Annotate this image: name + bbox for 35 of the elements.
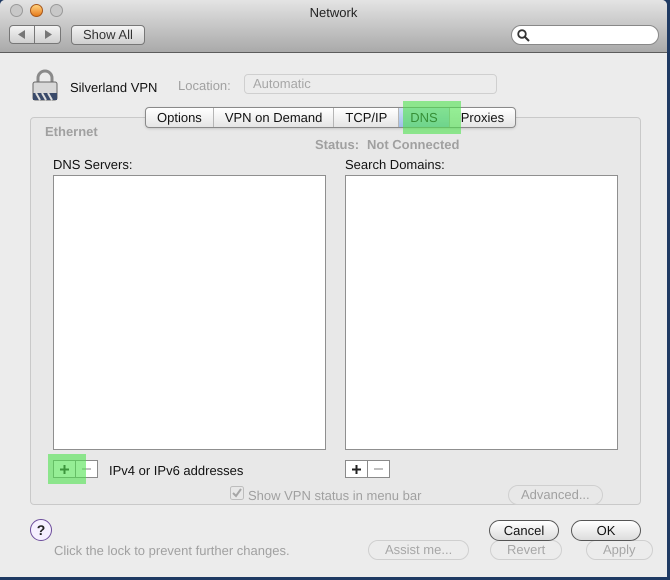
plus-icon <box>352 464 361 474</box>
lock-message: Click the lock to prevent further changes. <box>54 542 290 560</box>
forward-button[interactable] <box>35 25 61 44</box>
tab[interactable]: Options <box>146 108 213 127</box>
plus-icon <box>60 464 69 474</box>
remove-button[interactable] <box>76 460 98 478</box>
tab[interactable]: Proxies <box>448 108 516 127</box>
location-popup: Automatic <box>244 74 497 94</box>
lock-icon <box>32 69 58 101</box>
location-label: Location: <box>178 77 231 95</box>
status-label: Status: <box>315 136 360 154</box>
show-all-button[interactable]: Show All <box>71 25 145 45</box>
add-button[interactable] <box>345 460 368 478</box>
status-value: Not Connected <box>367 136 460 154</box>
minus-icon <box>374 468 383 470</box>
minimize-button[interactable] <box>30 4 43 17</box>
dialog-button[interactable]: Cancel <box>489 520 559 541</box>
window-title: Network <box>310 5 358 20</box>
search-field[interactable] <box>511 25 659 45</box>
left-arrow-icon <box>18 30 26 39</box>
tab[interactable]: VPN on Demand <box>212 108 334 127</box>
hint-text: IPv4 or IPv6 addresses <box>109 462 244 480</box>
zoom-button[interactable] <box>50 4 63 17</box>
show-status-label: Show VPN status in menu bar <box>248 487 422 505</box>
search-icon <box>517 28 530 42</box>
close-button[interactable] <box>10 4 23 17</box>
back-button[interactable] <box>9 25 35 44</box>
help-button[interactable]: ? <box>30 519 52 541</box>
service-name: Ethernet <box>45 123 98 141</box>
list-label: Search Domains: <box>345 156 445 174</box>
list-label: DNS Servers: <box>53 156 132 174</box>
minus-icon <box>82 468 91 470</box>
dialog-button[interactable]: OK <box>571 520 641 541</box>
service-title: Silverland VPN <box>70 79 158 97</box>
right-arrow-icon <box>44 30 52 39</box>
